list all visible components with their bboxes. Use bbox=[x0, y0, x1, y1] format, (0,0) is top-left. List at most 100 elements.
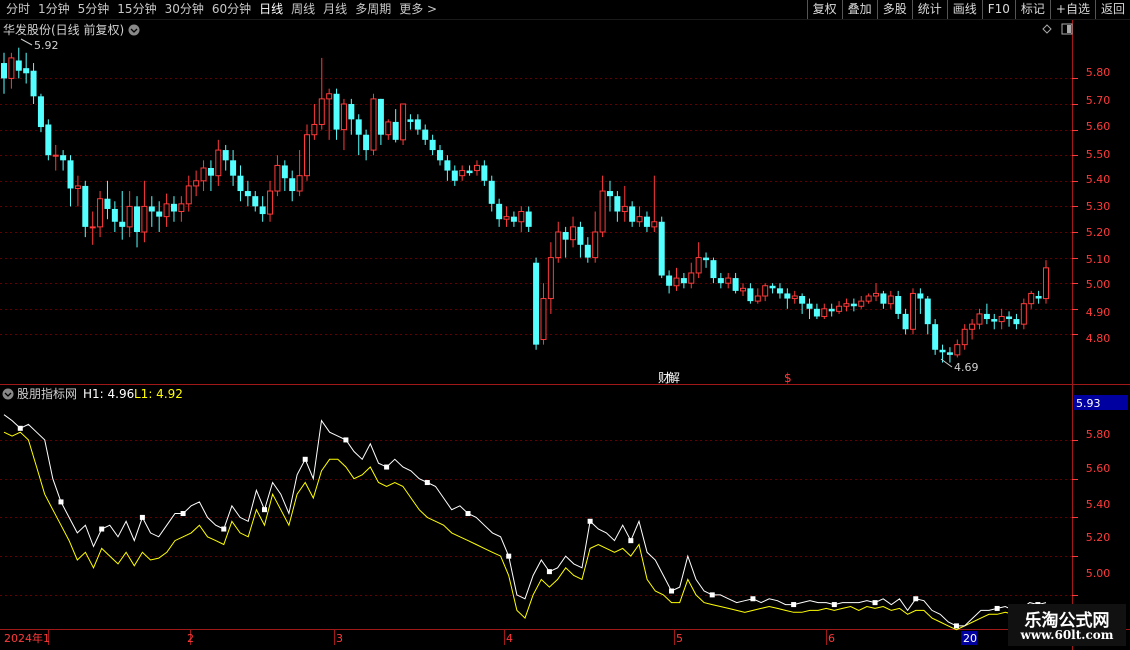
candle-body bbox=[703, 257, 710, 261]
tab-5[interactable]: 60分钟 bbox=[208, 0, 255, 19]
tab-2[interactable]: 5分钟 bbox=[74, 0, 114, 19]
toolbar-button-0[interactable]: 复权 bbox=[806, 0, 842, 19]
price-tick: 5.20 bbox=[1086, 226, 1111, 239]
candle-body bbox=[1035, 296, 1042, 299]
candle-body bbox=[806, 303, 813, 309]
candle-body bbox=[636, 216, 643, 223]
candle bbox=[8, 52, 15, 89]
diamond-icon[interactable] bbox=[1042, 24, 1052, 34]
candle-body bbox=[688, 272, 695, 284]
candle-body bbox=[555, 231, 562, 259]
candle bbox=[303, 124, 310, 181]
candle bbox=[606, 180, 613, 212]
tab-3[interactable]: 15分钟 bbox=[113, 0, 160, 19]
candle-body bbox=[459, 170, 466, 177]
toolbar-button-7[interactable]: +自选 bbox=[1049, 0, 1095, 19]
indicator-menu-icon[interactable] bbox=[2, 388, 14, 400]
h1-marker bbox=[465, 511, 471, 517]
candle-body bbox=[496, 203, 503, 220]
candle-body bbox=[119, 221, 126, 227]
candle-body bbox=[880, 293, 887, 304]
candle bbox=[643, 211, 650, 232]
candle bbox=[267, 180, 274, 222]
candle-body bbox=[666, 275, 673, 286]
candle-body bbox=[289, 178, 296, 192]
candle bbox=[437, 144, 444, 166]
toolbar-button-1[interactable]: 叠加 bbox=[841, 0, 877, 19]
toolbar-button-4[interactable]: 画线 bbox=[946, 0, 982, 19]
tab-10[interactable]: 更多 > bbox=[395, 0, 441, 19]
candle-body bbox=[303, 134, 310, 177]
toolbar-button-8[interactable]: 返回 bbox=[1094, 0, 1130, 19]
candle bbox=[873, 283, 880, 302]
candle bbox=[23, 52, 30, 84]
toolbar-button-5[interactable]: F10 bbox=[981, 0, 1015, 19]
tab-8[interactable]: 月线 bbox=[319, 0, 351, 19]
candle bbox=[207, 160, 214, 192]
event-label-dollar[interactable]: $ bbox=[784, 371, 792, 385]
candle bbox=[459, 165, 466, 181]
candle bbox=[932, 319, 939, 355]
candle bbox=[880, 290, 887, 309]
tab-4[interactable]: 30分钟 bbox=[161, 0, 208, 19]
candle-body bbox=[584, 244, 591, 258]
candle-body bbox=[599, 190, 606, 233]
candle-body bbox=[326, 93, 333, 100]
candle bbox=[725, 272, 732, 289]
candle bbox=[444, 155, 451, 181]
candle-body bbox=[762, 285, 769, 297]
candle-body bbox=[407, 119, 414, 122]
candle-body bbox=[60, 155, 67, 161]
candle-body bbox=[97, 198, 104, 228]
candle-body bbox=[577, 226, 584, 245]
candle-body bbox=[658, 221, 665, 276]
toolbar-button-2[interactable]: 多股 bbox=[876, 0, 912, 19]
date-tick: 5 bbox=[676, 632, 683, 645]
toolbar-button-6[interactable]: 标记 bbox=[1014, 0, 1050, 19]
candle bbox=[577, 221, 584, 258]
h1-marker bbox=[628, 538, 634, 544]
tab-0[interactable]: 分时 bbox=[2, 0, 34, 19]
tab-7[interactable]: 周线 bbox=[287, 0, 319, 19]
candle bbox=[533, 257, 540, 350]
candle-body bbox=[540, 298, 547, 341]
candle-body bbox=[791, 295, 798, 300]
candle bbox=[769, 283, 776, 294]
candle bbox=[473, 160, 480, 176]
candle-body bbox=[939, 349, 946, 353]
candle-body bbox=[296, 175, 303, 192]
low-price-label: 4.69 bbox=[954, 361, 979, 374]
candle bbox=[200, 160, 207, 192]
candle bbox=[215, 139, 222, 186]
candle-body bbox=[651, 221, 658, 228]
candle bbox=[178, 196, 185, 222]
stock-chart[interactable]: 华发股份(日线 前复权) 5.92 4.69 财 解 $ 5.80 5.70 5… bbox=[0, 20, 1130, 650]
candle bbox=[969, 319, 976, 340]
candle-body bbox=[163, 203, 170, 218]
candle-body bbox=[178, 203, 185, 213]
h1-marker bbox=[546, 569, 552, 575]
candle bbox=[924, 296, 931, 335]
candle-body bbox=[547, 257, 554, 300]
candle bbox=[89, 211, 96, 245]
candle-body bbox=[37, 96, 44, 128]
candle bbox=[651, 175, 658, 232]
tab-6[interactable]: 日线 bbox=[255, 0, 287, 19]
candle bbox=[170, 196, 177, 222]
tab-9[interactable]: 多周期 bbox=[351, 0, 395, 19]
date-tick: 6 bbox=[828, 632, 835, 645]
site-watermark: 乐淘公式网 www.60lt.com bbox=[1008, 604, 1126, 646]
event-label-jie[interactable]: 解 bbox=[668, 371, 680, 385]
candle bbox=[703, 252, 710, 268]
title-menu-icon[interactable] bbox=[128, 24, 140, 36]
toolbar-button-3[interactable]: 统计 bbox=[911, 0, 947, 19]
candle bbox=[407, 114, 414, 130]
candle bbox=[614, 191, 621, 222]
candle bbox=[740, 283, 747, 296]
candle-body bbox=[385, 121, 392, 136]
tab-1[interactable]: 1分钟 bbox=[34, 0, 74, 19]
candle bbox=[983, 303, 990, 325]
candle bbox=[1, 52, 7, 94]
candle bbox=[126, 191, 133, 238]
current-value-label: 5.93 bbox=[1076, 397, 1101, 410]
